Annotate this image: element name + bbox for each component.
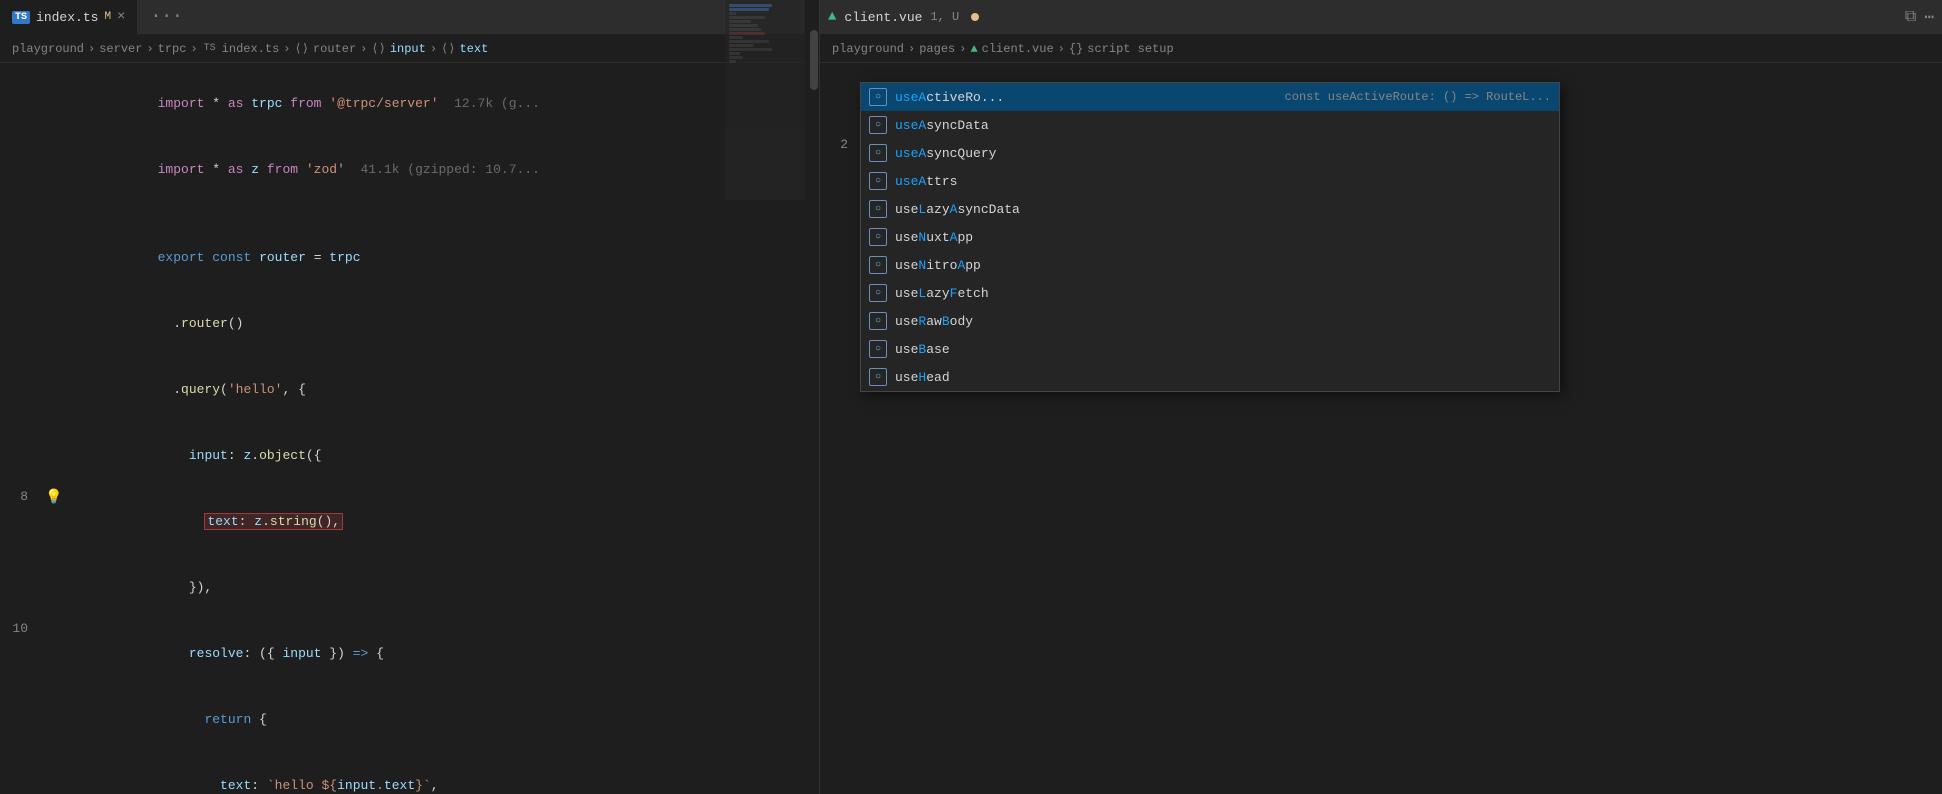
ac-icon-0: ○ — [869, 88, 887, 106]
ac-icon-9: ○ — [869, 340, 887, 358]
ac-label-0: useActiveRo... — [895, 90, 1277, 105]
ac-label-8: useRawBody — [895, 314, 1551, 329]
breadcrumb-ts-icon: TS — [202, 42, 218, 55]
code-line-7: input: z.object({ — [0, 423, 819, 489]
ac-icon-3: ○ — [869, 172, 887, 190]
ac-icon-7: ○ — [869, 284, 887, 302]
lightbulb-icon[interactable]: 💡 — [45, 489, 62, 506]
ac-label-2: useAsyncQuery — [895, 146, 1551, 161]
ac-label-6: useNitroApp — [895, 258, 1551, 273]
breadcrumb-text-icon: ⟨⟩ — [441, 41, 455, 56]
autocomplete-item-3[interactable]: ○ useAttrs — [861, 167, 1559, 195]
autocomplete-item-5[interactable]: ○ useNuxtApp — [861, 223, 1559, 251]
split-editor-icon[interactable]: ⧉ — [1905, 8, 1916, 26]
rb-script-setup[interactable]: script setup — [1087, 42, 1173, 56]
right-tab-filename[interactable]: client.vue — [844, 10, 922, 25]
code-line-1: import * as trpc from '@trpc/server' 12.… — [0, 71, 819, 137]
right-tab-dirty-dot — [971, 13, 979, 21]
left-editor: TS index.ts M × ··· playground › server … — [0, 0, 820, 794]
ac-label-5: useNuxtApp — [895, 230, 1551, 245]
autocomplete-item-10[interactable]: ○ useHead — [861, 363, 1559, 391]
left-code-area: import * as trpc from '@trpc/server' 12.… — [0, 63, 819, 794]
breadcrumb-server[interactable]: server — [99, 42, 142, 56]
breadcrumb-input[interactable]: input — [390, 42, 426, 56]
left-tab-bar: TS index.ts M × ··· — [0, 0, 819, 35]
code-line-2: import * as z from 'zod' 41.1k (gzipped:… — [0, 137, 819, 203]
ac-label-3: useAttrs — [895, 174, 1551, 189]
code-line-3 — [0, 203, 819, 225]
autocomplete-item-9[interactable]: ○ useBase — [861, 335, 1559, 363]
right-breadcrumb: playground › pages › ▲ client.vue › {} s… — [820, 35, 1942, 63]
ac-icon-5: ○ — [869, 228, 887, 246]
minimap — [725, 0, 805, 200]
code-line-12: text: `hello ${input.text}`, — [0, 753, 819, 794]
scrollbar-thumb[interactable] — [810, 30, 818, 90]
breadcrumb-text[interactable]: text — [459, 42, 488, 56]
breadcrumb-router[interactable]: router — [313, 42, 356, 56]
breadcrumb-indexts[interactable]: index.ts — [222, 42, 280, 56]
autocomplete-item-8[interactable]: ○ useRawBody — [861, 307, 1559, 335]
ac-icon-10: ○ — [869, 368, 887, 386]
autocomplete-item-1[interactable]: ○ useAsyncData — [861, 111, 1559, 139]
vue-icon: ▲ — [828, 9, 836, 25]
ac-icon-6: ○ — [869, 256, 887, 274]
ac-icon-1: ○ — [869, 116, 887, 134]
left-breadcrumb: playground › server › trpc › TS index.ts… — [0, 35, 819, 63]
ac-icon-8: ○ — [869, 312, 887, 330]
autocomplete-item-0[interactable]: ○ useActiveRo... const useActiveRoute: (… — [861, 83, 1559, 111]
autocomplete-item-4[interactable]: ○ useLazyAsyncData — [861, 195, 1559, 223]
code-line-10: 10 resolve: ({ input }) => { — [0, 621, 819, 687]
ac-label-1: useAsyncData — [895, 118, 1551, 133]
ac-icon-4: ○ — [869, 200, 887, 218]
breadcrumb-query-icon: ⟨⟩ — [371, 41, 385, 56]
code-line-6: .query('hello', { — [0, 357, 819, 423]
breadcrumb-playground[interactable]: playground — [12, 42, 84, 56]
left-tab-filename: index.ts — [36, 10, 98, 25]
right-tab-bar: ▲ client.vue 1, U ⧉ ⋯ — [820, 0, 1942, 35]
left-tab-modified: M — [104, 11, 111, 23]
ac-icon-2: ○ — [869, 144, 887, 162]
breadcrumb-router-icon: ⟨⟩ — [294, 41, 308, 56]
autocomplete-dropdown: ○ useActiveRo... const useActiveRoute: (… — [860, 82, 1560, 392]
ac-label-7: useLazyFetch — [895, 286, 1551, 301]
code-line-11: return { — [0, 687, 819, 753]
autocomplete-item-6[interactable]: ○ useNitroApp — [861, 251, 1559, 279]
ac-label-10: useHead — [895, 370, 1551, 385]
tab-overflow-button[interactable]: ··· — [150, 7, 182, 27]
ac-label-9: useBase — [895, 342, 1551, 357]
autocomplete-item-7[interactable]: ○ useLazyFetch — [861, 279, 1559, 307]
rb-client-vue[interactable]: client.vue — [982, 42, 1054, 56]
rb-script-icon: {} — [1069, 42, 1083, 56]
code-line-8: 8 💡 text: z.string(), — [0, 489, 819, 555]
ac-label-4: useLazyAsyncData — [895, 202, 1551, 217]
typescript-icon: TS — [12, 11, 30, 24]
ac-description-0: const useActiveRoute: () => RouteL... — [1285, 90, 1551, 104]
autocomplete-item-2[interactable]: ○ useAsyncQuery — [861, 139, 1559, 167]
code-line-4: export const router = trpc — [0, 225, 819, 291]
rb-vue-icon: ▲ — [970, 42, 977, 56]
rb-pages[interactable]: pages — [919, 42, 955, 56]
right-editor: ▲ client.vue 1, U ⧉ ⋯ playground › pages… — [820, 0, 1942, 794]
right-tab-version: 1, U — [930, 10, 959, 24]
code-line-5: .router() — [0, 291, 819, 357]
more-options-icon[interactable]: ⋯ — [1924, 7, 1934, 27]
breadcrumb-trpc[interactable]: trpc — [158, 42, 187, 56]
left-tab[interactable]: TS index.ts M × — [0, 0, 138, 35]
rb-playground[interactable]: playground — [832, 42, 904, 56]
close-tab-button[interactable]: × — [117, 9, 125, 25]
left-scrollbar[interactable] — [805, 0, 819, 794]
code-line-9: }), — [0, 555, 819, 621]
